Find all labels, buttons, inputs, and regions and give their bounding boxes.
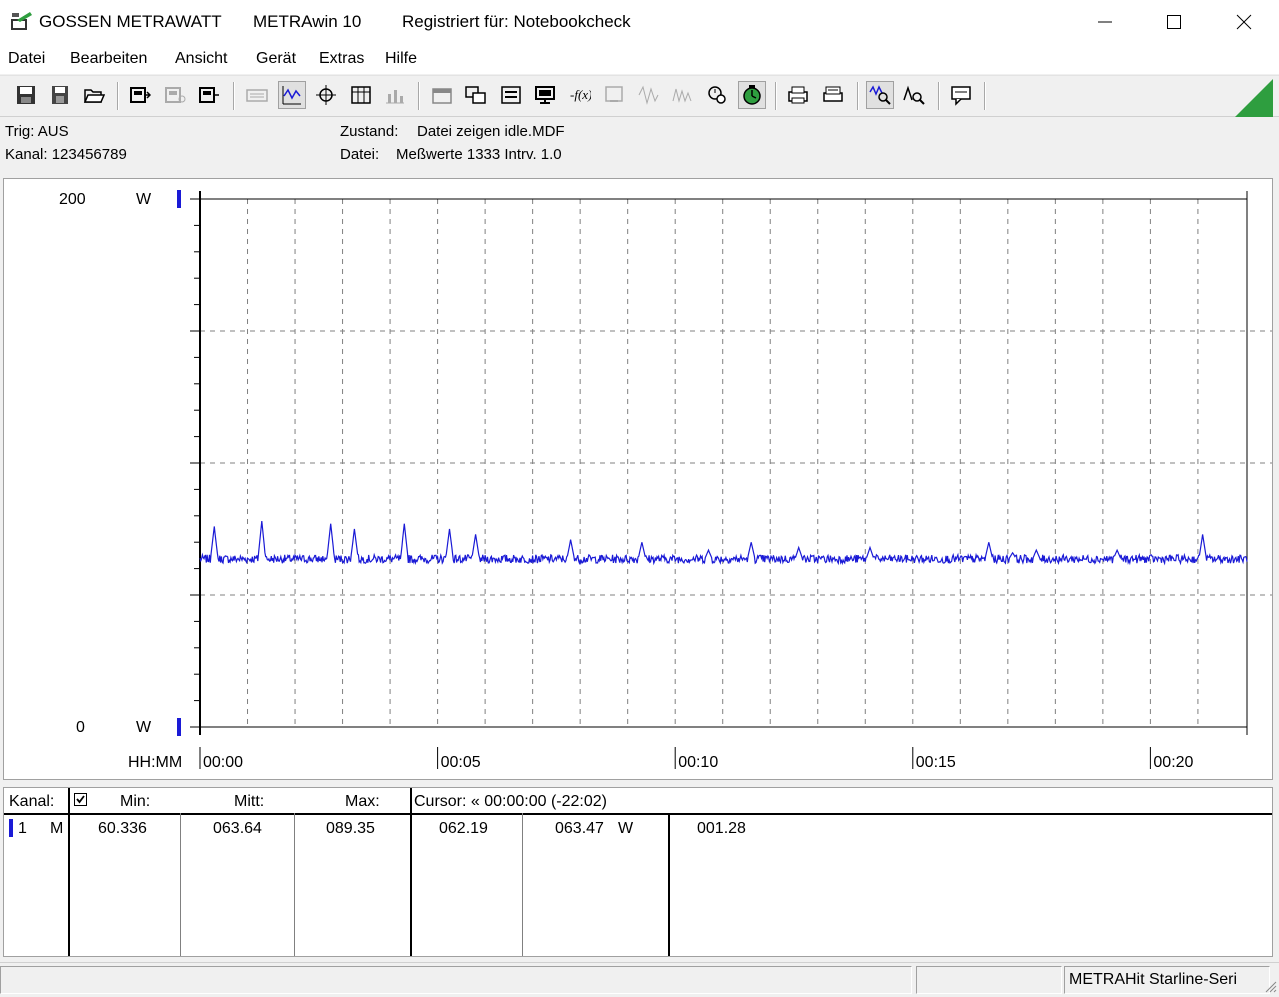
x-tick-label: 00:15: [916, 754, 956, 771]
y-max-marker: [177, 190, 181, 208]
channel-color-marker: [9, 819, 13, 837]
row-channel: 1: [18, 820, 27, 837]
close-button[interactable]: [1209, 0, 1279, 44]
resize-grip-icon[interactable]: [1263, 979, 1277, 993]
menu-bar: Datei Bearbeiten Ansicht Gerät Extras Hi…: [0, 44, 1279, 74]
channel-status: Kanal: 123456789: [5, 146, 127, 163]
row-max: 089.35: [326, 820, 375, 837]
program-title: METRAwin 10: [253, 12, 362, 31]
app-title: GOSSEN METRAWATT: [39, 12, 222, 31]
zoom-wave-icon[interactable]: [866, 81, 894, 109]
header-mitt: Mitt:: [234, 793, 265, 810]
header-min: Min:: [120, 793, 151, 810]
device-export-icon[interactable]: [195, 81, 223, 109]
chart-view-icon[interactable]: [278, 81, 306, 109]
open-folder-icon[interactable]: [80, 81, 108, 109]
function-icon[interactable]: -f(x): [566, 81, 594, 109]
timer-icon[interactable]: [738, 81, 766, 109]
waveform-icon[interactable]: [634, 81, 662, 109]
trigger-status: Trig: AUS: [5, 123, 69, 140]
menu-hilfe[interactable]: Hilfe: [385, 50, 417, 68]
status-pane-middle: [916, 966, 1062, 994]
header-kanal: Kanal:: [9, 793, 55, 810]
row-mode: M: [50, 820, 64, 837]
window-layout-icon[interactable]: [428, 81, 456, 109]
status-pane-main: [0, 966, 912, 994]
menu-geraet[interactable]: Gerät: [256, 50, 296, 68]
meter-icon[interactable]: [600, 81, 628, 109]
row-unit: W: [618, 820, 634, 837]
clock-settings-icon[interactable]: [703, 81, 731, 109]
maximize-button[interactable]: [1139, 0, 1209, 44]
show-all-checkbox[interactable]: [74, 793, 87, 806]
device-config-icon[interactable]: [161, 81, 189, 109]
comment-icon[interactable]: [947, 81, 975, 109]
status-pane-device: METRAHit Starline-Seri: [1064, 966, 1270, 994]
row-extra: 001.28: [697, 820, 746, 837]
monitor-icon[interactable]: [531, 81, 559, 109]
table-view-icon[interactable]: [347, 81, 375, 109]
crosshair-icon[interactable]: [312, 81, 340, 109]
y-min-marker: [177, 718, 181, 736]
x-tick-label: 00:10: [678, 754, 718, 771]
multi-window-icon[interactable]: [462, 81, 490, 109]
toolbar: -f(x): [0, 75, 1279, 117]
status-bar: METRAHit Starline-Seri: [0, 962, 1279, 995]
x-tick-label: 00:00: [203, 754, 243, 771]
registration-title: Registriert für: Notebookcheck: [402, 12, 631, 31]
minimize-button[interactable]: [1070, 0, 1140, 44]
chart-svg: 00:00 00:05 00:10 00:15 00:20: [177, 190, 1272, 771]
series-line-1: [199, 521, 1248, 566]
save-icon[interactable]: [12, 81, 40, 109]
state-label: Zustand:: [340, 123, 399, 140]
print-preview-icon[interactable]: [819, 81, 847, 109]
bar-chart-icon[interactable]: [381, 81, 409, 109]
device-read-icon[interactable]: [126, 81, 154, 109]
keyboard-icon[interactable]: [243, 81, 271, 109]
title-bar: GOSSEN METRAWATT METRAwin 10 Registriert…: [0, 0, 1279, 44]
menu-bearbeiten[interactable]: Bearbeiten: [70, 50, 147, 68]
app-icon: [9, 10, 33, 32]
header-cursor: Cursor: « 00:00:00 (-22:02): [414, 793, 607, 810]
row-cursor-value: 062.19: [439, 820, 488, 837]
print-icon[interactable]: [784, 81, 812, 109]
device-name: METRAHit Starline-Seri: [1069, 971, 1238, 988]
svg-text:-f(x): -f(x): [570, 87, 591, 102]
file-value: Meßwerte 1333 Intrv. 1.0: [396, 146, 562, 163]
brand-triangle-icon: [1235, 79, 1273, 117]
x-tick-label: 00:05: [441, 754, 481, 771]
row-min: 60.336: [98, 820, 147, 837]
menu-ansicht[interactable]: Ansicht: [175, 50, 227, 68]
chart-panel[interactable]: 200 W 0 W HH:MM 00:00 00:05 00:10 00:15 00:2…: [3, 178, 1273, 780]
save-as-icon[interactable]: [46, 81, 74, 109]
digital-display-icon[interactable]: [497, 81, 525, 109]
file-label: Datei:: [340, 146, 380, 163]
signal-icon[interactable]: [668, 81, 696, 109]
row-mitt: 063.64: [213, 820, 262, 837]
zoom-peak-icon[interactable]: [900, 81, 928, 109]
header-max: Max:: [345, 793, 380, 810]
row-cursor-value2: 063.47: [555, 820, 604, 837]
info-panel: Trig: AUS Kanal: 123456789 Zustand: Date…: [0, 117, 1279, 173]
x-tick-label: 00:20: [1153, 754, 1193, 771]
menu-extras[interactable]: Extras: [319, 50, 364, 68]
menu-datei[interactable]: Datei: [8, 50, 45, 68]
state-value: Datei zeigen idle.MDF: [417, 123, 565, 140]
measurement-table: Kanal: Min: Mitt: Max: Cursor: « 00:00:0…: [3, 787, 1273, 957]
